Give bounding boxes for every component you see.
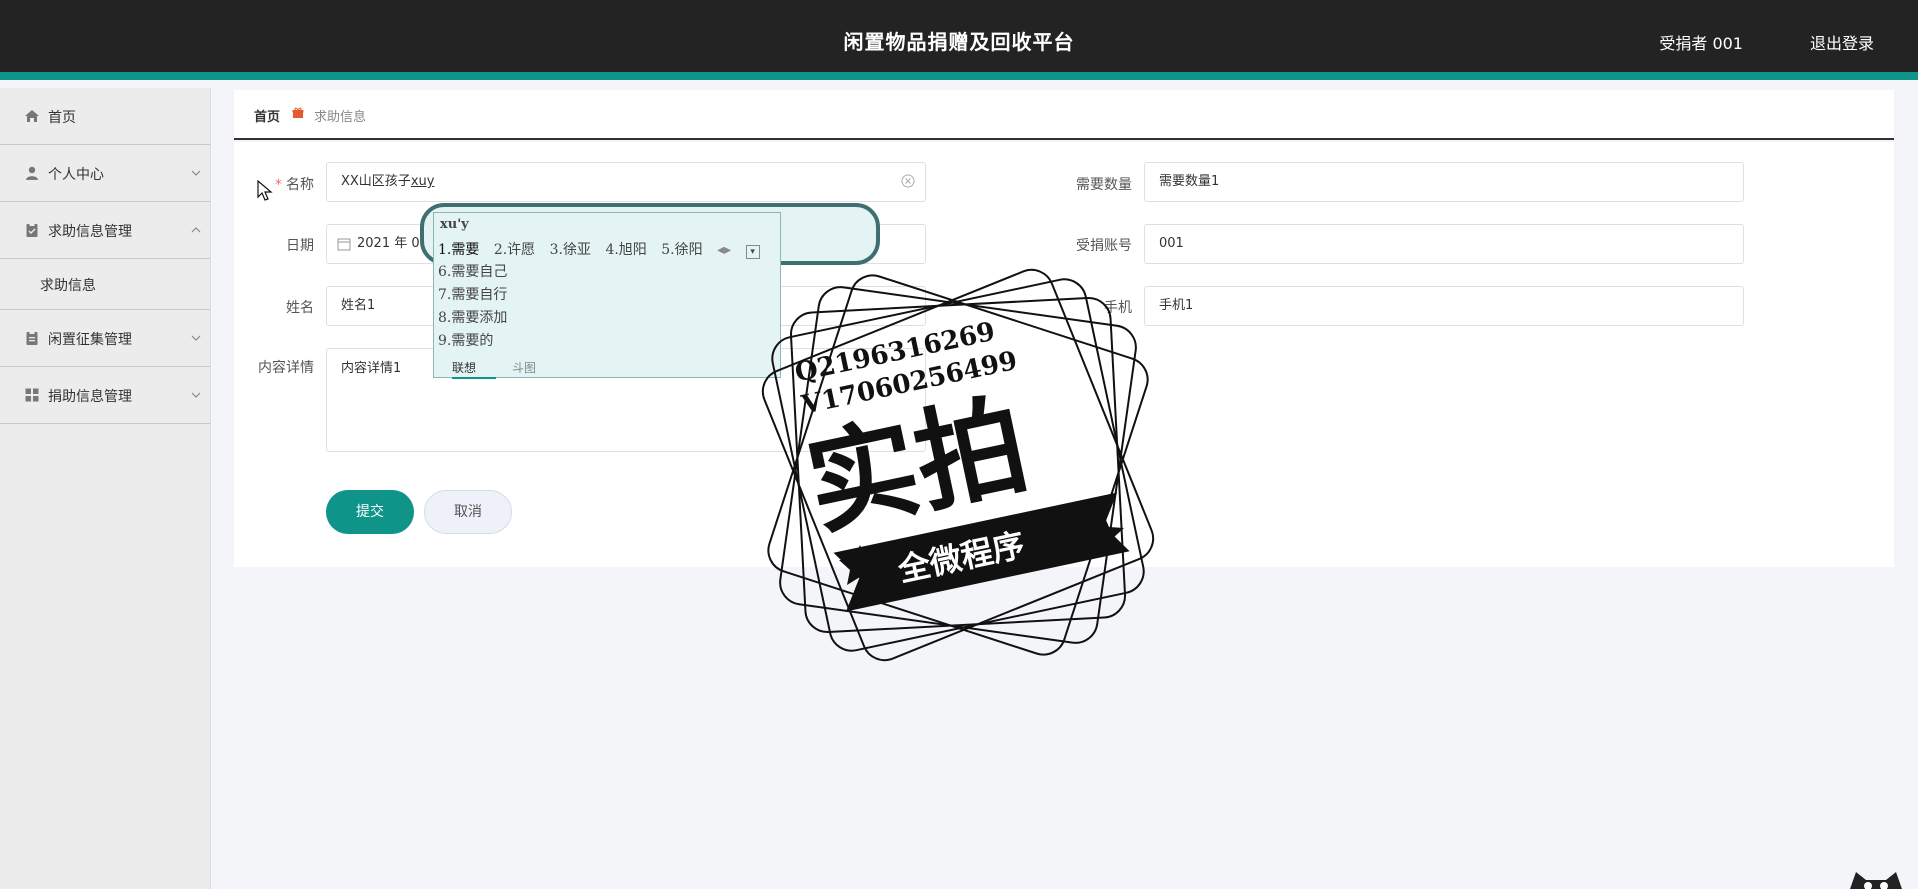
qty-label: 需要数量 [1076,177,1132,193]
person-input-value: 姓名1 [341,298,376,313]
ime-candidate-window: xu'y 1.需要 2.许愿 3.徐亚 4.旭阳 5.徐阳 ◂▸ ▾ 6.需要自… [433,212,781,379]
sidebar-item-idle-collection-mgmt[interactable]: 闲置征集管理 [0,310,210,367]
detail-label: 内容详情 [258,360,314,376]
sidebar-item-label: 捐助信息管理 [48,389,132,405]
header-accent-bar [0,72,1918,80]
breadcrumb-current: 求助信息 [314,110,367,125]
chevron-down-icon [191,170,201,176]
cancel-button[interactable]: 取消 [424,490,512,534]
sidebar: 首页 个人中心 求助信息管理 求助信息 闲置征集管理 捐助信息管理 [0,88,211,889]
chevron-down-icon [191,392,201,398]
current-user: 受捐者 001 [1659,34,1743,53]
clipboard-icon [26,223,38,237]
account-input[interactable]: 001 [1144,224,1744,264]
clipboard-icon [26,331,38,345]
gift-icon [292,107,304,118]
mouse-cursor-icon [257,180,273,201]
name-input-value: XX山区孩子 [341,174,411,189]
person-label: 姓名 [286,300,314,316]
chevron-down-icon [191,335,201,341]
date-value: 2021 年 0 [357,236,420,251]
home-icon [25,110,39,122]
breadcrumb-home[interactable]: 首页 [254,106,280,125]
date-label: 日期 [286,238,314,254]
ime-candidate[interactable]: 5.徐阳 [661,242,702,258]
sidebar-subitem-label: 求助信息 [40,278,96,294]
ime-candidate[interactable]: 6.需要自己 [438,261,507,281]
name-input-composing: xuy [410,174,435,189]
clear-icon[interactable] [901,174,915,188]
breadcrumb: 首页 求助信息 [234,90,1894,140]
ime-tab-sticker[interactable]: 斗图 [512,359,536,376]
sidebar-item-profile[interactable]: 个人中心 [0,145,210,202]
grid-icon [25,388,39,402]
required-mark: * [275,177,282,193]
watermark-stamp: Q2196316269 V17060256499 实拍 全微程序 [761,268,1155,662]
account-label: 受捐账号 [1076,238,1132,254]
detail-value: 内容详情1 [341,361,402,376]
chevron-up-icon [191,227,201,233]
ime-tab-association[interactable]: 联想 [452,359,496,379]
ime-candidate[interactable]: 3.徐亚 [550,242,591,258]
ime-page-arrows-icon[interactable]: ◂▸ [717,242,731,258]
name-label: * 名称 [275,177,314,193]
qty-input-value: 需要数量1 [1159,174,1220,189]
sidebar-item-label: 个人中心 [48,167,104,183]
sidebar-item-label: 首页 [48,110,76,126]
mascot-icon [1850,872,1902,889]
account-input-value: 001 [1159,236,1184,251]
sidebar-item-label: 闲置征集管理 [48,332,132,348]
submit-button[interactable]: 提交 [326,490,414,534]
ime-candidate[interactable]: 9.需要的 [438,330,493,350]
ime-candidate-row: 1.需要 2.许愿 3.徐亚 4.旭阳 5.徐阳 ◂▸ ▾ [438,239,770,259]
sidebar-subitem-help-info[interactable]: 求助信息 [0,259,210,310]
top-header: 闲置物品捐赠及回收平台 受捐者 001 退出登录 [0,0,1918,80]
calendar-icon [337,238,351,251]
sidebar-item-donation-info-mgmt[interactable]: 捐助信息管理 [0,367,210,424]
sidebar-item-help-info-mgmt[interactable]: 求助信息管理 [0,202,210,259]
ime-candidate[interactable]: 8.需要添加 [438,307,507,327]
qty-input[interactable]: 需要数量1 [1144,162,1744,202]
app-title: 闲置物品捐赠及回收平台 [843,30,1075,54]
ime-candidate[interactable]: 1.需要 [438,242,479,258]
logout-link[interactable]: 退出登录 [1810,30,1874,54]
ime-candidate[interactable]: 4.旭阳 [605,242,646,258]
ime-composition: xu'y [440,217,469,232]
person-icon [26,166,38,180]
sidebar-item-label: 求助信息管理 [48,224,132,240]
sidebar-item-home[interactable]: 首页 [0,88,210,145]
name-input[interactable]: XX山区孩子xuy [326,162,926,202]
ime-candidate[interactable]: 2.许愿 [494,242,535,258]
ime-candidate[interactable]: 7.需要自行 [438,284,507,304]
phone-input[interactable]: 手机1 [1144,286,1744,326]
